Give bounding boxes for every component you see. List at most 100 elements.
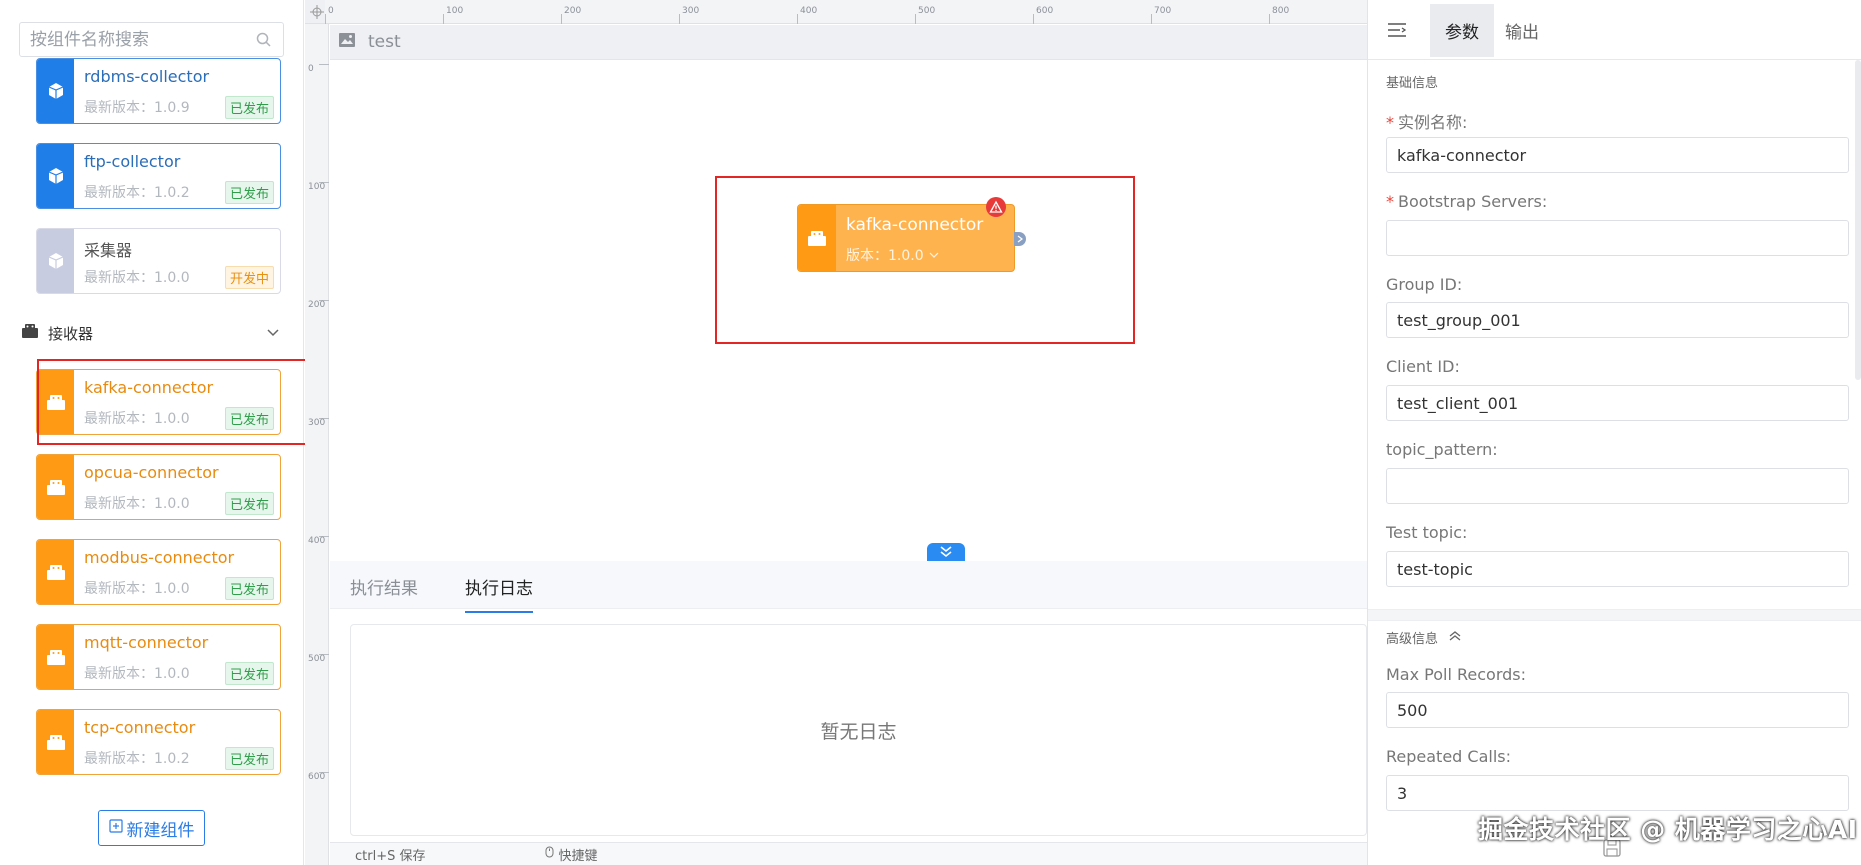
component-name: modbus-connector [84,548,235,567]
status-badge: 已发布 [224,492,274,515]
component-name: 采集器 [84,241,133,260]
canvas-area: 0 100 200 300 400 500 600 700 800 0 100 … [305,0,1367,865]
field-label-group-id: Group ID: [1386,275,1463,294]
robot-icon [37,455,74,519]
status-badge: 已发布 [224,96,274,119]
component-card-mqtt-connector[interactable]: mqtt-connector 最新版本：1.0.0 已发布 [36,624,281,690]
basic-info-title: 基础信息 [1386,76,1439,91]
component-name: ftp-collector [84,152,181,171]
component-card-tcp-connector[interactable]: tcp-connector 最新版本：1.0.2 已发布 [36,709,281,775]
ruler-label: 300 [682,6,700,16]
ruler-label: 500 [308,654,326,664]
shortcut-label: 快捷键 [558,848,598,864]
cube-icon [37,229,74,293]
status-badge: 开发中 [224,266,274,289]
watermark-text: 掘金技术社区 @ 机器学习之心AI [1478,815,1858,844]
new-component-label: 新建组件 [126,820,195,841]
field-label-bootstrap-servers: * Bootstrap Servers: [1386,192,1548,211]
canvas-header: test [330,25,1367,60]
tab-output[interactable]: 输出 [1490,4,1554,57]
component-version: 最新版本：1.0.0 [84,270,190,286]
component-version: 最新版本：1.0.2 [84,185,190,201]
collapse-panel-button[interactable] [927,543,965,561]
status-badge: 已发布 [224,577,274,600]
instance-name-input[interactable] [1386,137,1849,173]
client-id-input[interactable] [1386,385,1849,421]
chevron-down-icon[interactable] [265,324,281,344]
field-label-max-poll-records: Max Poll Records: [1386,665,1527,684]
tab-params[interactable]: 参数 [1430,4,1494,57]
ruler-label: 800 [1272,6,1290,16]
max-poll-records-input[interactable] [1386,692,1849,728]
bottom-tabs: 执行结果 执行日志 [330,561,1367,613]
ruler-label: 500 [918,6,936,16]
menu-fold-icon[interactable] [1386,20,1408,44]
robot-icon [37,625,74,689]
field-label-instance-name: * 实例名称: [1386,113,1468,132]
tab-execution-log[interactable]: 执行日志 [465,574,533,613]
field-label-topic-pattern: topic_pattern: [1386,440,1498,459]
repeated-calls-input[interactable] [1386,775,1849,811]
status-badge: 已发布 [224,747,274,770]
ruler-label: 400 [308,536,326,546]
component-name: opcua-connector [84,463,219,482]
ruler-label: 300 [308,418,326,428]
ruler-label: 700 [1154,6,1172,16]
properties-tabs: 参数 输出 [1368,0,1861,60]
field-label-client-id: Client ID: [1386,357,1460,376]
advanced-info-title: 高级信息 [1386,632,1439,647]
component-card-rdbms-collector[interactable]: rdbms-collector 最新版本：1.0.9 已发布 [36,58,281,124]
new-component-button[interactable]: 新建组件 [98,810,205,846]
status-badge: 已发布 [224,662,274,685]
component-card-collector[interactable]: 采集器 最新版本：1.0.0 开发中 [36,228,281,294]
ruler-label: 200 [308,300,326,310]
section-divider [1368,609,1861,621]
group-id-input[interactable] [1386,302,1849,338]
search-input[interactable] [30,29,255,50]
test-topic-input[interactable] [1386,551,1849,587]
ruler-label: 0 [328,6,334,16]
component-version: 最新版本：1.0.0 [84,496,190,512]
ruler-label: 200 [564,6,582,16]
advanced-info-header[interactable]: 高级信息 [1386,628,1462,647]
component-version: 最新版本：1.0.0 [84,581,190,597]
bootstrap-servers-input[interactable] [1386,220,1849,256]
cube-icon [37,59,74,123]
save-hint: ctrl+S 保存 [355,848,426,864]
group-label: 接收器 [48,324,94,343]
component-name: rdbms-collector [84,67,210,86]
robot-icon [20,322,40,344]
component-version: 最新版本：1.0.9 [84,100,190,116]
tab-execution-result[interactable]: 执行结果 [350,574,418,599]
component-search[interactable] [19,22,284,57]
robot-icon [37,710,74,774]
cube-icon [37,144,74,208]
ruler-label: 0 [308,64,314,74]
image-icon [338,32,356,52]
ruler-label: 600 [1036,6,1054,16]
search-icon[interactable] [255,31,273,49]
field-label-test-topic: Test topic: [1386,523,1468,542]
component-card-ftp-collector[interactable]: ftp-collector 最新版本：1.0.2 已发布 [36,143,281,209]
shortcut-hint[interactable]: 快捷键 [545,845,598,864]
ruler-label: 400 [800,6,818,16]
log-area: 暂无日志 [350,624,1367,836]
component-version: 最新版本：1.0.0 [84,666,190,682]
ruler-label: 600 [308,772,326,782]
status-badge: 已发布 [224,181,274,204]
scrollbar[interactable] [1855,60,1861,380]
highlight-box [715,176,1135,344]
chevron-double-up-icon[interactable] [1448,630,1462,646]
ruler-vertical: 0 100 200 300 400 500 600 [305,24,329,865]
ruler-label: 100 [446,6,464,16]
topic-pattern-input[interactable] [1386,468,1849,504]
component-card-modbus-connector[interactable]: modbus-connector 最新版本：1.0.0 已发布 [36,539,281,605]
status-bar: ctrl+S 保存 快捷键 [330,842,1367,865]
component-card-opcua-connector[interactable]: opcua-connector 最新版本：1.0.0 已发布 [36,454,281,520]
highlight-box [37,359,309,445]
mouse-icon [545,846,554,862]
component-name: mqtt-connector [84,633,209,652]
field-label-repeated-calls: Repeated Calls: [1386,747,1511,766]
add-file-icon [108,818,123,838]
group-receivers[interactable]: 接收器 [20,320,285,346]
